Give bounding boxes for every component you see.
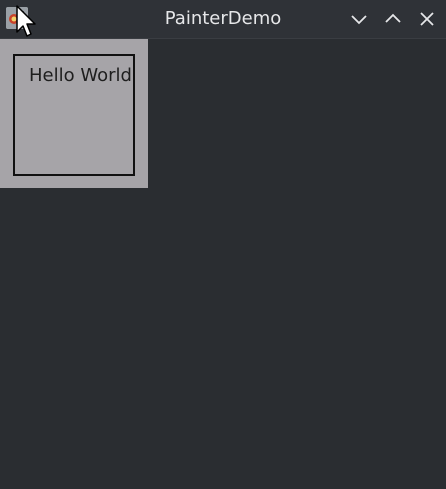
minimize-button[interactable] — [348, 8, 370, 30]
chevron-up-icon — [385, 13, 401, 23]
painter-canvas[interactable]: Hello World — [0, 39, 148, 188]
maximize-button[interactable] — [382, 8, 404, 30]
painted-text: Hello World — [29, 65, 132, 86]
close-icon — [420, 12, 434, 26]
mouse-pointer-icon — [15, 4, 39, 44]
painter-demo-window: PainterDemo Hello World — [0, 0, 446, 489]
chevron-down-icon — [351, 15, 367, 25]
window-title: PainterDemo — [164, 8, 282, 29]
titlebar[interactable]: PainterDemo — [0, 0, 446, 39]
close-button[interactable] — [416, 8, 438, 30]
